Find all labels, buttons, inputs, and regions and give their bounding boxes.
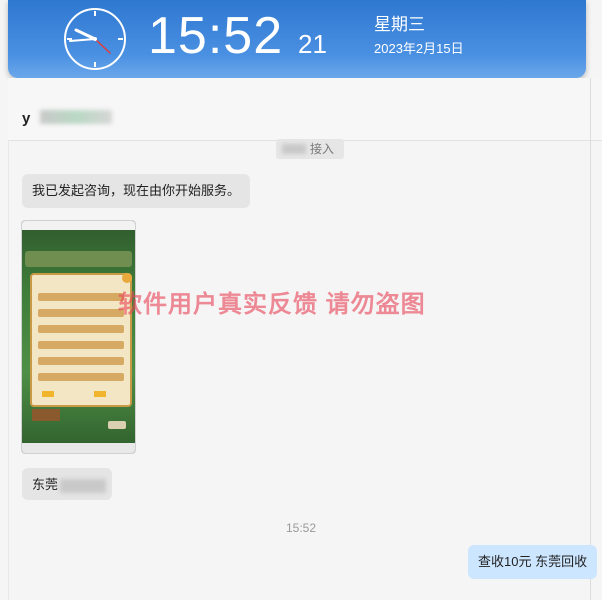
image-bottom-bar — [22, 443, 135, 453]
watermark: 软件用户真实反馈 请勿盗图 — [118, 291, 426, 318]
image-panel-row — [38, 357, 124, 365]
image-panel-row — [38, 309, 124, 317]
outgoing-message[interactable]: 查收10元 东莞回收 — [468, 545, 598, 579]
image-panel-row — [38, 293, 124, 301]
image-signpost — [32, 409, 60, 421]
chat-header: y — [8, 78, 602, 141]
image-panel-row — [38, 341, 124, 349]
image-panel-row — [38, 325, 124, 333]
image-arrow-right-icon — [94, 391, 106, 397]
image-status-bar — [22, 221, 135, 230]
message-text: 东莞 — [32, 477, 59, 492]
clock-time: 15:52 — [148, 7, 284, 65]
system-notice-text: 接入 — [310, 142, 335, 156]
incoming-message[interactable]: 我已发起咨询，现在由你开始服务。 — [22, 174, 251, 208]
redacted-text — [60, 479, 106, 493]
image-game-panel — [30, 273, 132, 407]
clock-date: 2023年2月15日 — [374, 41, 464, 56]
image-game-button — [108, 421, 126, 429]
redacted-agent-name — [282, 144, 306, 154]
redacted-contact-name — [40, 110, 112, 124]
system-notice: 接入 — [276, 139, 345, 159]
analog-clock-icon — [64, 8, 126, 70]
image-close-icon — [122, 273, 132, 283]
clock-weekday: 星期三 — [374, 15, 425, 34]
contact-name[interactable]: y — [22, 110, 30, 127]
message-text: 查收10元 东莞回收 — [478, 554, 588, 569]
image-game-topbar — [25, 251, 132, 267]
image-arrow-left-icon — [42, 391, 54, 397]
image-message[interactable] — [22, 221, 135, 453]
image-panel-row — [38, 373, 124, 381]
incoming-message[interactable]: 东莞 — [22, 468, 112, 500]
clock-banner: 15:52 21 星期三 2023年2月15日 — [8, 0, 586, 78]
clock-seconds: 21 — [298, 29, 327, 59]
message-text: 我已发起咨询，现在由你开始服务。 — [32, 183, 241, 198]
message-timestamp: 15:52 — [285, 521, 317, 535]
